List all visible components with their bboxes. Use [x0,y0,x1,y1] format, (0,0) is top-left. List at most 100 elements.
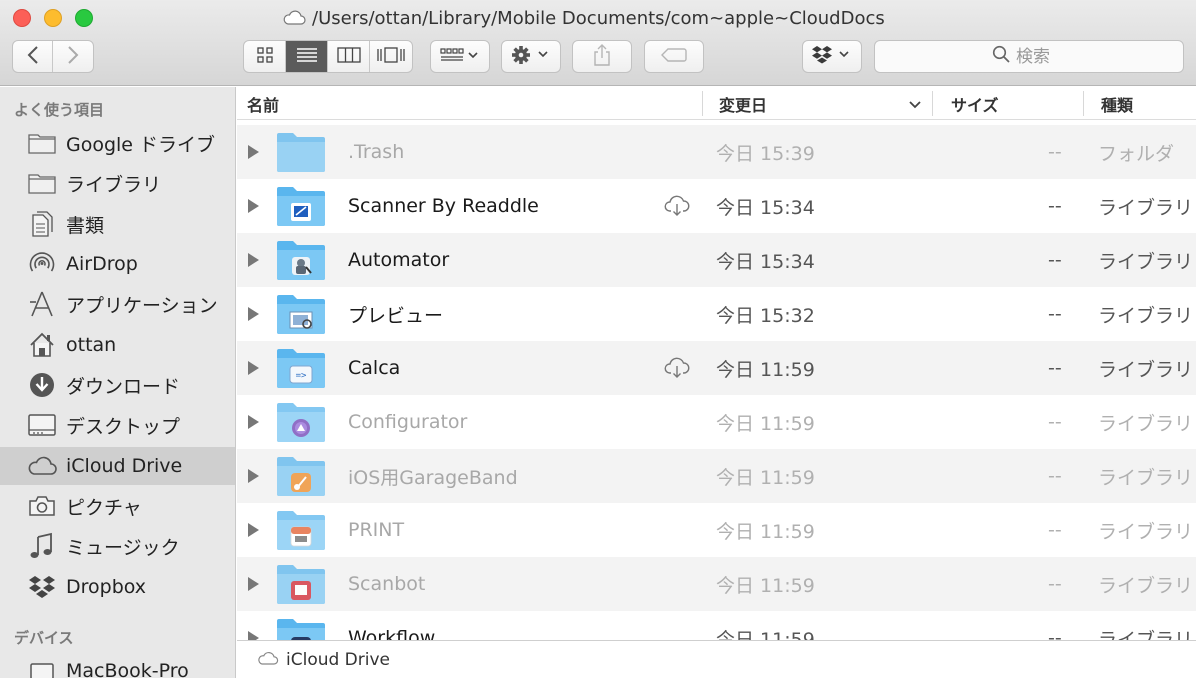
file-date: 今日 11:59 [716,466,815,489]
file-kind: ライブラリ [1098,196,1194,219]
cover-flow-button[interactable] [370,41,412,72]
file-size: -- [1048,357,1062,379]
folder-icon [275,293,327,335]
file-row[interactable]: Automator 今日 15:34 -- ライブラリ [237,233,1196,287]
file-kind: ライブラリ [1098,520,1194,543]
disclosure-triangle-icon[interactable] [248,577,259,591]
file-name: Automator [348,249,450,271]
share-button[interactable] [572,40,632,73]
dropbox-toolbar-button[interactable] [802,40,862,73]
file-row[interactable]: => Calca 今日 11:59 -- ライブラリ [237,341,1196,395]
sidebar-item-google-drive[interactable]: Google ドライブ [0,124,235,162]
file-date: 今日 15:34 [716,250,815,273]
sidebar-item-dropbox[interactable]: Dropbox [0,568,235,606]
forward-button[interactable] [53,41,93,72]
column-header-date[interactable]: 変更日 [719,87,931,120]
file-row[interactable]: PRINT 今日 11:59 -- ライブラリ [237,503,1196,557]
minimize-window-button[interactable] [44,9,62,27]
folder-icon: => [275,347,327,389]
disclosure-triangle-icon[interactable] [248,145,259,159]
disclosure-triangle-icon[interactable] [248,253,259,267]
disclosure-triangle-icon[interactable] [248,523,259,537]
file-size: -- [1048,249,1062,271]
sidebar-item-icloud-drive[interactable]: iCloud Drive [0,447,235,485]
tags-button[interactable] [644,40,704,73]
grid-icon [256,46,273,67]
arrange-button[interactable] [430,40,490,73]
chevron-right-icon [67,45,79,68]
view-mode-control [243,40,413,73]
download-icon [27,370,57,400]
disclosure-triangle-icon[interactable] [248,469,259,483]
folder-icon [275,131,327,173]
file-name: PRINT [348,519,405,541]
search-input[interactable] [1016,46,1066,67]
cloud-icon [27,451,57,481]
columns-icon [336,46,361,67]
folder-icon [275,239,327,281]
folder-icon [275,509,327,551]
column-header-size[interactable]: サイズ [951,87,999,120]
disclosure-triangle-icon[interactable] [248,415,259,429]
folder-icon [27,128,57,158]
close-window-button[interactable] [13,9,31,27]
sidebar-item-applications[interactable]: アプリケーション [0,285,235,323]
file-row[interactable]: iOS用GarageBand 今日 11:59 -- ライブラリ [237,449,1196,503]
folder-icon [275,617,327,640]
svg-text:=>: => [296,371,307,381]
list-view-button[interactable] [286,41,328,72]
music-icon [27,531,57,561]
column-header: 名前 変更日 サイズ 種類 [237,87,1196,120]
file-size: -- [1048,627,1062,640]
path-bar-label[interactable]: iCloud Drive [286,650,390,670]
sidebar: よく使う項目 Google ドライブ ライブラリ 書類 AirDrop アプリケ… [0,87,236,678]
file-rows: .Trash 今日 15:39 -- フォルダ Scanner By Readdle 今日… [237,125,1196,640]
back-button[interactable] [13,41,54,72]
sidebar-item-music[interactable]: ミュージック [0,527,235,565]
applications-icon [27,289,57,319]
sidebar-heading-devices: デバイス [14,629,74,647]
file-name: .Trash [348,141,405,163]
search-field[interactable] [874,40,1184,73]
window-title-text: /Users/ottan/Library/Mobile Documents/co… [312,7,885,29]
sidebar-item-macbook-pro[interactable]: MacBook-Pro [0,652,235,678]
sidebar-item-home[interactable]: ottan [0,326,235,364]
file-row[interactable]: .Trash 今日 15:39 -- フォルダ [237,125,1196,179]
column-header-kind[interactable]: 種類 [1101,87,1133,120]
sidebar-item-desktop[interactable]: デスクトップ [0,406,235,444]
sidebar-item-library[interactable]: ライブラリ [0,164,235,202]
column-view-button[interactable] [328,41,370,72]
fullscreen-window-button[interactable] [75,9,93,27]
file-row[interactable]: プレビュー 今日 15:32 -- ライブラリ [237,287,1196,341]
disclosure-triangle-icon[interactable] [248,631,259,640]
file-date: 今日 11:59 [716,628,815,641]
file-row[interactable]: Configurator 今日 11:59 -- ライブラリ [237,395,1196,449]
file-size: -- [1048,303,1062,325]
sidebar-item-downloads[interactable]: ダウンロード [0,366,235,404]
cloud-download-icon[interactable] [663,357,691,383]
sidebar-item-documents[interactable]: 書類 [0,205,235,243]
file-name: Scanner By Readdle [348,195,539,217]
sidebar-item-airdrop[interactable]: AirDrop [0,245,235,283]
file-row[interactable]: Workflow 今日 11:59 -- ライブラリ [237,611,1196,640]
disclosure-triangle-icon[interactable] [248,361,259,375]
cloud-download-icon[interactable] [663,195,691,221]
file-date: 今日 11:59 [716,574,815,597]
cloud-icon [257,650,279,670]
file-row[interactable]: Scanner By Readdle 今日 15:34 -- ライブラリ [237,179,1196,233]
arrange-icon [440,47,480,67]
file-name: Calca [348,357,401,379]
folder-icon [27,168,57,198]
icon-view-button[interactable] [244,41,286,72]
cloud-icon [282,10,306,26]
file-row[interactable]: Scanbot 今日 11:59 -- ライブラリ [237,557,1196,611]
file-date: 今日 11:59 [716,412,815,435]
column-header-date-label: 変更日 [719,95,768,115]
action-button[interactable] [501,40,561,73]
sidebar-heading-favorites: よく使う項目 [14,101,105,119]
airdrop-icon [27,249,57,279]
disclosure-triangle-icon[interactable] [248,199,259,213]
sidebar-item-pictures[interactable]: ピクチャ [0,487,235,525]
disclosure-triangle-icon[interactable] [248,307,259,321]
column-header-name[interactable]: 名前 [247,87,279,120]
